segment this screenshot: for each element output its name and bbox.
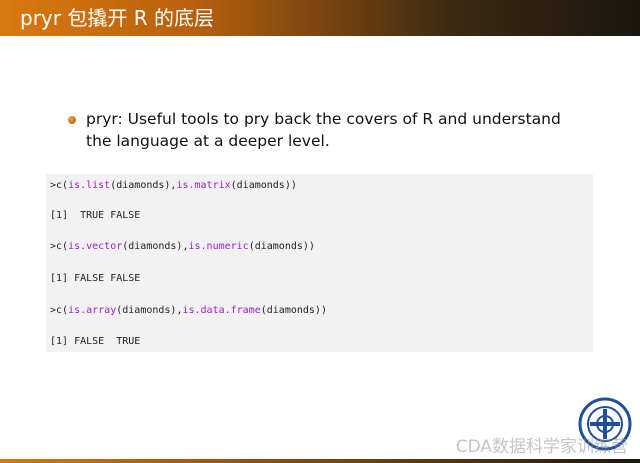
argument: (diamonds), [116, 305, 183, 316]
footer-bar [0, 459, 640, 463]
slide-header: pryr 包撬开 R 的底层 [0, 0, 640, 36]
bullet-dot-icon [68, 116, 76, 124]
code-line-command-3: >c(is.array(diamonds),is.data.frame(diam… [50, 304, 327, 318]
watermark: CDA数据科学家训练营 [456, 397, 632, 457]
function-name: is.array [68, 305, 117, 316]
bullet-item: pryr: Useful tools to pry back the cover… [68, 108, 588, 152]
function-name: is.numeric [188, 241, 249, 252]
code-line-command-1: >c(is.list(diamonds),is.matrix(diamonds)… [50, 179, 297, 193]
code-line-output-1: [1] TRUE FALSE [50, 210, 141, 221]
prompt-prefix: >c( [50, 305, 69, 316]
code-line-output-2: [1] FALSE FALSE [50, 273, 141, 284]
function-name: is.list [68, 180, 111, 191]
argument: (diamonds)) [248, 241, 315, 252]
function-name: is.data.frame [182, 305, 261, 316]
argument: (diamonds), [110, 180, 177, 191]
argument: (diamonds)) [230, 180, 297, 191]
argument: (diamonds), [122, 241, 189, 252]
code-block: >c(is.list(diamonds),is.matrix(diamonds)… [46, 174, 593, 352]
function-name: is.matrix [176, 180, 231, 191]
prompt-prefix: >c( [50, 241, 69, 252]
slide-title: pryr 包撬开 R 的底层 [20, 6, 214, 30]
argument: (diamonds)) [260, 305, 327, 316]
code-line-output-3: [1] FALSE TRUE [50, 336, 141, 347]
function-name: is.vector [68, 241, 123, 252]
prompt-prefix: >c( [50, 180, 69, 191]
watermark-text: CDA数据科学家训练营 [455, 437, 628, 457]
bullet-text: pryr: Useful tools to pry back the cover… [86, 110, 561, 150]
code-line-command-2: >c(is.vector(diamonds),is.numeric(diamon… [50, 240, 315, 254]
